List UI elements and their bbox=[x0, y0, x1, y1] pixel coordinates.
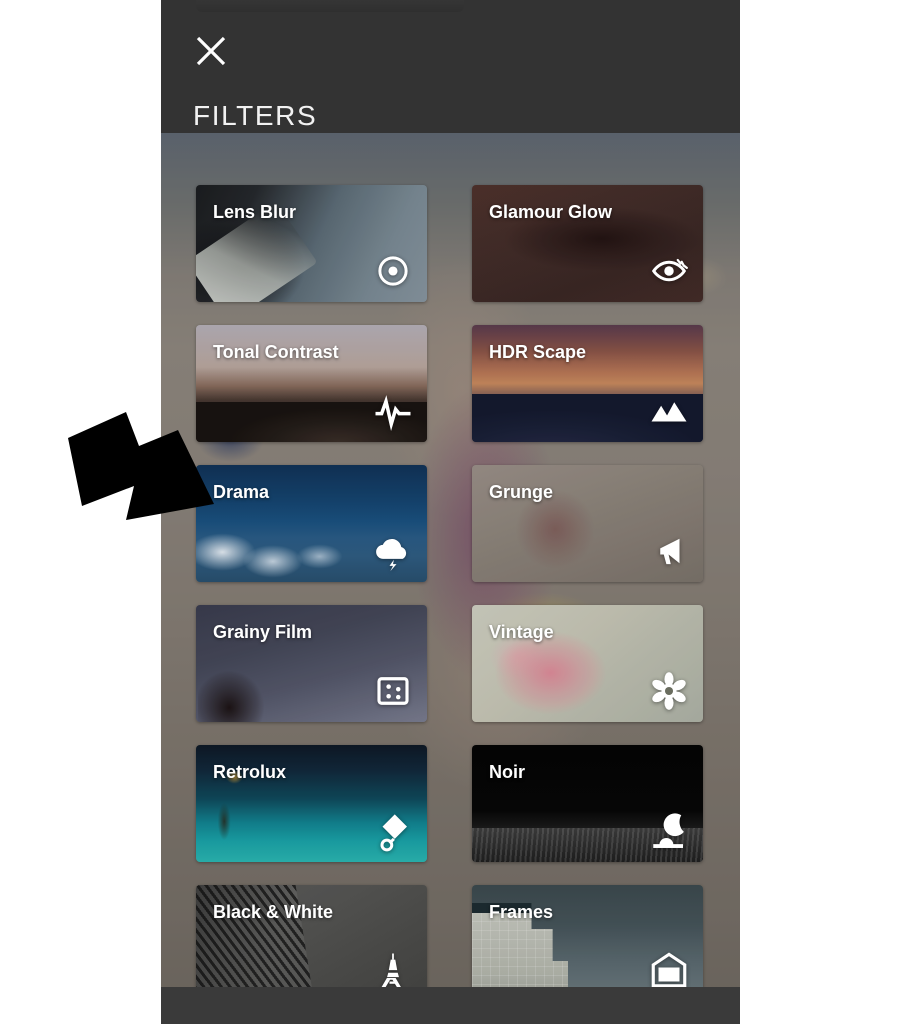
kite-icon bbox=[372, 810, 414, 852]
bottom-bar bbox=[161, 987, 740, 1024]
filter-tile-glamour-glow[interactable]: Glamour Glow bbox=[472, 185, 703, 302]
eiffel-tower-icon bbox=[372, 950, 414, 992]
mountains-icon bbox=[648, 390, 690, 432]
pointer-arrow bbox=[38, 408, 214, 526]
filter-tile-lens-blur[interactable]: Lens Blur bbox=[196, 185, 427, 302]
waveform-pulse-icon bbox=[372, 390, 414, 432]
storm-cloud-icon bbox=[372, 530, 414, 572]
filter-tile-black-and-white[interactable]: Black & White bbox=[196, 885, 427, 1002]
crescent-moon-icon bbox=[648, 810, 690, 852]
filter-label: Grunge bbox=[489, 482, 554, 502]
film-grain-icon bbox=[372, 670, 414, 712]
filter-tile-hdr-scape[interactable]: HDR Scape bbox=[472, 325, 703, 442]
filter-tile-tonal-contrast[interactable]: Tonal Contrast bbox=[196, 325, 427, 442]
filter-tile-retrolux[interactable]: Retrolux bbox=[196, 745, 427, 862]
filter-label: Drama bbox=[213, 482, 270, 502]
filter-label: Noir bbox=[489, 762, 525, 782]
filter-label: Tonal Contrast bbox=[213, 342, 339, 362]
filter-label: Frames bbox=[489, 902, 554, 922]
header-bar: FILTERS bbox=[161, 0, 740, 133]
picture-frame-icon bbox=[648, 950, 690, 992]
filter-label: Glamour Glow bbox=[489, 202, 613, 222]
filter-label: Retrolux bbox=[213, 762, 287, 782]
filters-grid: Lens Blur Glamour Glow Tonal Contrast HD… bbox=[161, 133, 740, 1024]
flower-icon bbox=[648, 670, 690, 712]
phone-screen: FILTERS Lens Blur Glamour Glow Tonal Con… bbox=[161, 0, 740, 1024]
filter-label: Lens Blur bbox=[213, 202, 297, 222]
filter-tile-vintage[interactable]: Vintage bbox=[472, 605, 703, 722]
status-pill bbox=[196, 0, 464, 12]
filter-label: HDR Scape bbox=[489, 342, 587, 362]
filter-label: Vintage bbox=[489, 622, 554, 642]
page-title: FILTERS bbox=[193, 100, 318, 131]
filter-label: Grainy Film bbox=[213, 622, 313, 642]
aperture-target-icon bbox=[372, 250, 414, 292]
filter-label: Black & White bbox=[213, 902, 334, 922]
filter-tile-drama[interactable]: Drama bbox=[196, 465, 427, 582]
filter-tile-grainy-film[interactable]: Grainy Film bbox=[196, 605, 427, 722]
eye-icon bbox=[648, 250, 690, 292]
filter-tile-noir[interactable]: Noir bbox=[472, 745, 703, 862]
filter-tile-grunge[interactable]: Grunge bbox=[472, 465, 703, 582]
filter-tile-frames[interactable]: Frames bbox=[472, 885, 703, 1002]
megaphone-icon bbox=[648, 530, 690, 572]
close-x-icon[interactable] bbox=[187, 27, 235, 75]
